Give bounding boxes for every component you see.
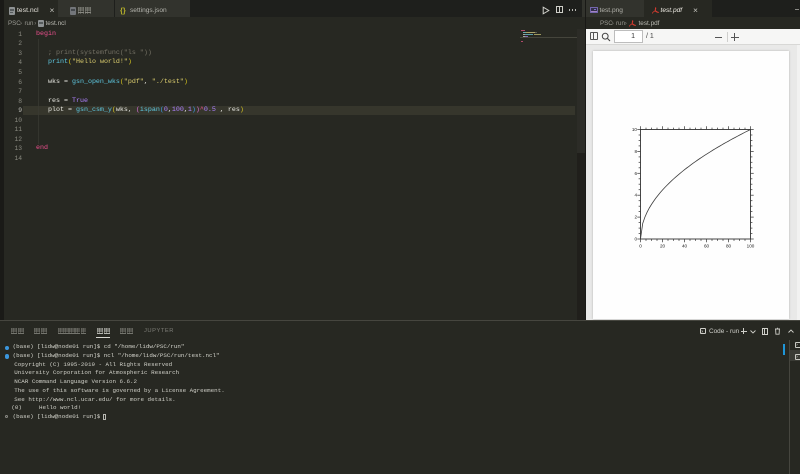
svg-text:40: 40 xyxy=(682,244,688,249)
svg-text:60: 60 xyxy=(704,244,710,249)
svg-text:2: 2 xyxy=(634,215,637,220)
svg-text:0: 0 xyxy=(634,237,637,242)
svg-text:20: 20 xyxy=(660,244,666,249)
svg-text:4: 4 xyxy=(634,193,637,198)
svg-text:0: 0 xyxy=(639,244,642,249)
svg-text:80: 80 xyxy=(726,244,732,249)
svg-text:100: 100 xyxy=(747,244,755,249)
svg-text:8: 8 xyxy=(634,149,637,154)
svg-text:6: 6 xyxy=(634,171,637,176)
svg-text:10: 10 xyxy=(632,127,638,132)
